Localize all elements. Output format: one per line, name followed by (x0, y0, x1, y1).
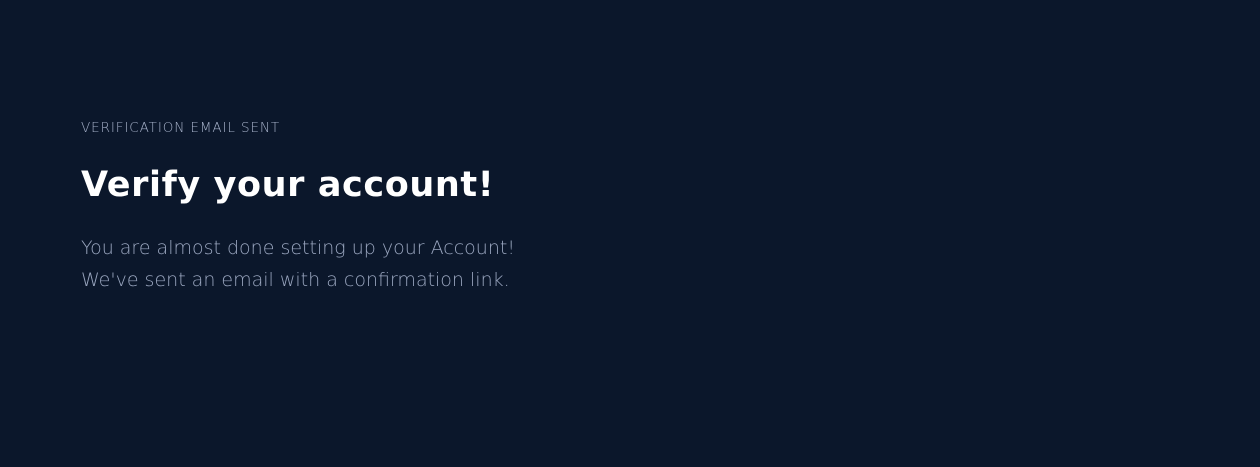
verification-content: VERIFICATION EMAIL SENT Verify your acco… (81, 118, 601, 296)
verification-page: VERIFICATION EMAIL SENT Verify your acco… (0, 0, 1260, 467)
page-title: Verify your account! (81, 165, 495, 205)
verification-message: You are almost done setting up your Acco… (81, 237, 515, 291)
status-label: VERIFICATION EMAIL SENT (81, 120, 281, 136)
